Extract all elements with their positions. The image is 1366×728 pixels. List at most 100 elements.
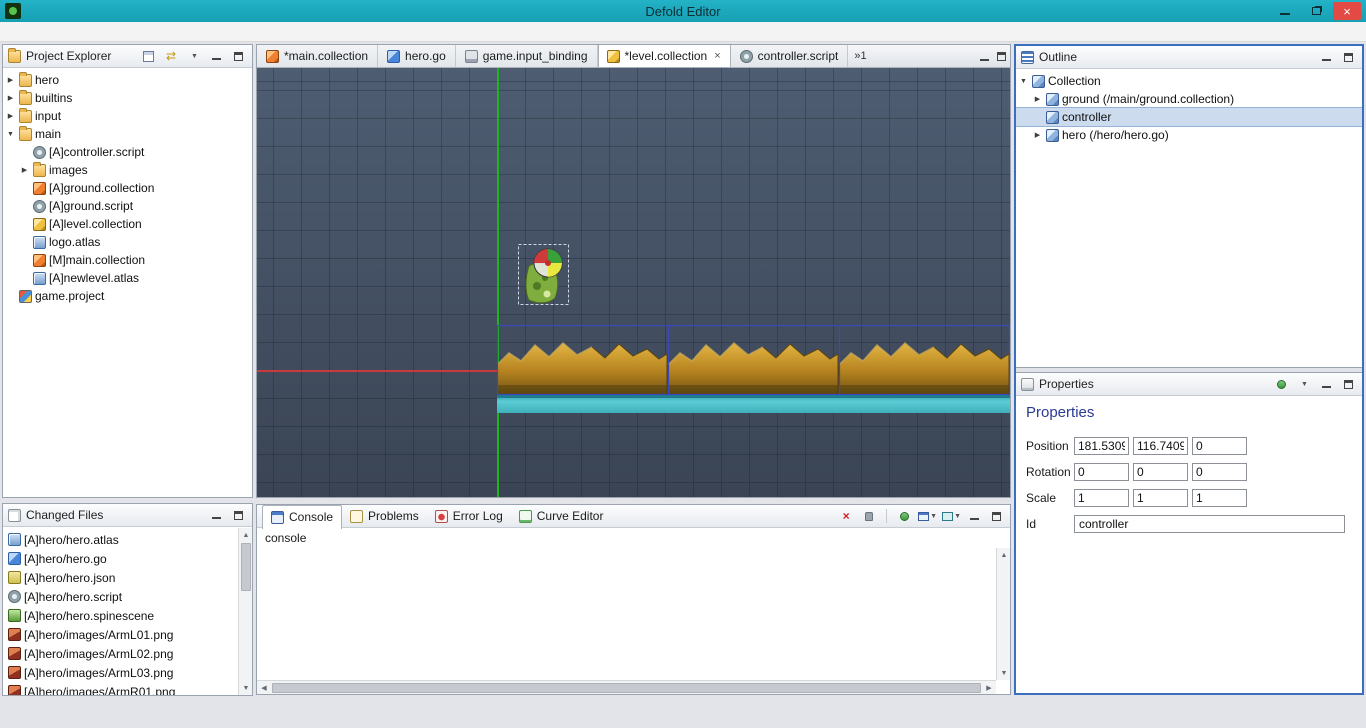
- maximize-view-button[interactable]: [230, 507, 247, 524]
- tree-item[interactable]: ▼ main: [3, 125, 252, 143]
- outline-item[interactable]: ▶ ground (/main/ground.collection): [1016, 90, 1362, 108]
- tree-item[interactable]: [A]ground.script: [3, 197, 252, 215]
- minimize-view-button[interactable]: [1318, 376, 1335, 393]
- tree-item[interactable]: [A]ground.collection: [3, 179, 252, 197]
- changed-file-item[interactable]: [A]hero/hero.json: [3, 568, 238, 587]
- expand-arrow-icon[interactable]: ▶: [1032, 95, 1043, 103]
- scale-y-input[interactable]: [1133, 489, 1188, 507]
- window-close-button[interactable]: ×: [1333, 2, 1361, 20]
- changed-file-item[interactable]: [A]hero/images/ArmL03.png: [3, 663, 238, 682]
- scale-z-input[interactable]: [1192, 489, 1247, 507]
- tree-item[interactable]: [M]main.collection: [3, 251, 252, 269]
- changed-file-item[interactable]: [A]hero/images/ArmL01.png: [3, 625, 238, 644]
- pin-view-icon[interactable]: [1272, 375, 1290, 393]
- outline-item-label: ground (/main/ground.collection): [1062, 92, 1234, 106]
- console-horizontal-scrollbar[interactable]: ◀ ▶: [257, 680, 996, 694]
- changed-file-label: [A]hero/images/ArmL01.png: [24, 628, 173, 642]
- outline-item[interactable]: controller: [1016, 108, 1362, 126]
- rotation-z-input[interactable]: [1192, 463, 1247, 481]
- console-tab[interactable]: Curve Editor: [511, 505, 612, 528]
- changed-file-item[interactable]: [A]hero/hero.spinescene: [3, 606, 238, 625]
- editor-tab[interactable]: *level.collection ×: [598, 45, 731, 67]
- tab-label: *main.collection: [284, 49, 368, 63]
- editor-tab[interactable]: *main.collection: [257, 45, 378, 67]
- position-x-input[interactable]: [1074, 437, 1129, 455]
- scroll-down-icon[interactable]: ▼: [997, 666, 1011, 680]
- tree-item[interactable]: ▶ builtins: [3, 89, 252, 107]
- display-selected-console-icon[interactable]: ▼: [918, 507, 937, 525]
- editor-tab[interactable]: controller.script: [731, 45, 849, 67]
- outline-item[interactable]: ▶ hero (/hero/hero.go): [1016, 126, 1362, 144]
- changed-file-item[interactable]: [A]hero/hero.atlas: [3, 530, 238, 549]
- console-tab[interactable]: Console: [262, 505, 342, 529]
- tab-overflow-indicator[interactable]: »1: [848, 45, 872, 67]
- pin-console-icon[interactable]: [895, 507, 913, 525]
- changed-file-label: [A]hero/images/ArmR01.png: [24, 685, 175, 696]
- tree-item[interactable]: [A]level.collection: [3, 215, 252, 233]
- maximize-view-button[interactable]: [1340, 49, 1357, 66]
- console-output[interactable]: [258, 548, 995, 679]
- link-with-editor-icon[interactable]: ⇄: [162, 47, 180, 65]
- window-restore-button[interactable]: [1302, 2, 1330, 20]
- tree-item[interactable]: [A]controller.script: [3, 143, 252, 161]
- maximize-view-button[interactable]: [230, 48, 247, 65]
- rotation-y-input[interactable]: [1133, 463, 1188, 481]
- outline-item[interactable]: ▼ Collection: [1016, 72, 1362, 90]
- editor-tab[interactable]: hero.go: [378, 45, 456, 67]
- tree-item[interactable]: ▶ input: [3, 107, 252, 125]
- scroll-lock-icon[interactable]: [860, 507, 878, 525]
- scroll-left-icon[interactable]: ◀: [257, 681, 271, 695]
- tab-close-icon[interactable]: ×: [714, 50, 720, 62]
- ground-tiles[interactable]: [497, 325, 1010, 413]
- maximize-editor-button[interactable]: [993, 48, 1010, 65]
- collapse-all-icon[interactable]: [139, 47, 157, 65]
- expand-arrow-icon[interactable]: ▶: [1032, 131, 1043, 139]
- changed-file-item[interactable]: [A]hero/hero.go: [3, 549, 238, 568]
- scrollbar-thumb[interactable]: [241, 543, 251, 591]
- maximize-view-button[interactable]: [988, 508, 1005, 525]
- scroll-right-icon[interactable]: ▶: [982, 681, 996, 695]
- hero-sprite[interactable]: [515, 238, 573, 308]
- scroll-up-icon[interactable]: ▲: [997, 548, 1011, 562]
- tree-item[interactable]: ▶ hero: [3, 71, 252, 89]
- open-console-icon[interactable]: ▼: [942, 507, 961, 525]
- tree-item[interactable]: game.project: [3, 287, 252, 305]
- expand-arrow-icon[interactable]: ▼: [5, 131, 16, 138]
- scale-x-input[interactable]: [1074, 489, 1129, 507]
- view-menu-icon[interactable]: ▼: [185, 47, 203, 65]
- tree-item[interactable]: logo.atlas: [3, 233, 252, 251]
- minimize-view-button[interactable]: [208, 507, 225, 524]
- changed-files-scrollbar[interactable]: ▲ ▼: [238, 528, 252, 695]
- rotation-x-input[interactable]: [1074, 463, 1129, 481]
- changed-file-item[interactable]: [A]hero/hero.script: [3, 587, 238, 606]
- minimize-view-button[interactable]: [208, 48, 225, 65]
- minimize-view-button[interactable]: [1318, 49, 1335, 66]
- pin-glyph: [1277, 380, 1286, 389]
- expand-arrow-icon[interactable]: ▶: [5, 76, 16, 84]
- position-z-input[interactable]: [1192, 437, 1247, 455]
- scrollbar-thumb[interactable]: [272, 683, 981, 693]
- position-y-input[interactable]: [1133, 437, 1188, 455]
- changed-file-item[interactable]: [A]hero/images/ArmR01.png: [3, 682, 238, 695]
- tree-item[interactable]: [A]newlevel.atlas: [3, 269, 252, 287]
- scene-viewport[interactable]: [257, 68, 1010, 497]
- console-tab[interactable]: Error Log: [427, 505, 511, 528]
- console-tab[interactable]: Problems: [342, 505, 427, 528]
- console-vertical-scrollbar[interactable]: ▲ ▼: [996, 548, 1010, 680]
- editor-tab[interactable]: game.input_binding: [456, 45, 598, 67]
- id-input[interactable]: [1074, 515, 1345, 533]
- scroll-up-icon[interactable]: ▲: [239, 528, 253, 542]
- clear-console-icon[interactable]: ×: [837, 507, 855, 525]
- expand-arrow-icon[interactable]: ▶: [19, 166, 30, 174]
- expand-arrow-icon[interactable]: ▶: [5, 112, 16, 120]
- tree-item[interactable]: ▶ images: [3, 161, 252, 179]
- changed-file-item[interactable]: [A]hero/images/ArmL02.png: [3, 644, 238, 663]
- minimize-editor-button[interactable]: [976, 48, 993, 65]
- window-minimize-button[interactable]: [1271, 2, 1299, 20]
- scroll-down-icon[interactable]: ▼: [239, 681, 253, 695]
- view-menu-icon[interactable]: ▼: [1295, 375, 1313, 393]
- expand-arrow-icon[interactable]: ▶: [5, 94, 16, 102]
- expand-arrow-icon[interactable]: ▼: [1018, 78, 1029, 85]
- minimize-view-button[interactable]: [966, 508, 983, 525]
- maximize-view-button[interactable]: [1340, 376, 1357, 393]
